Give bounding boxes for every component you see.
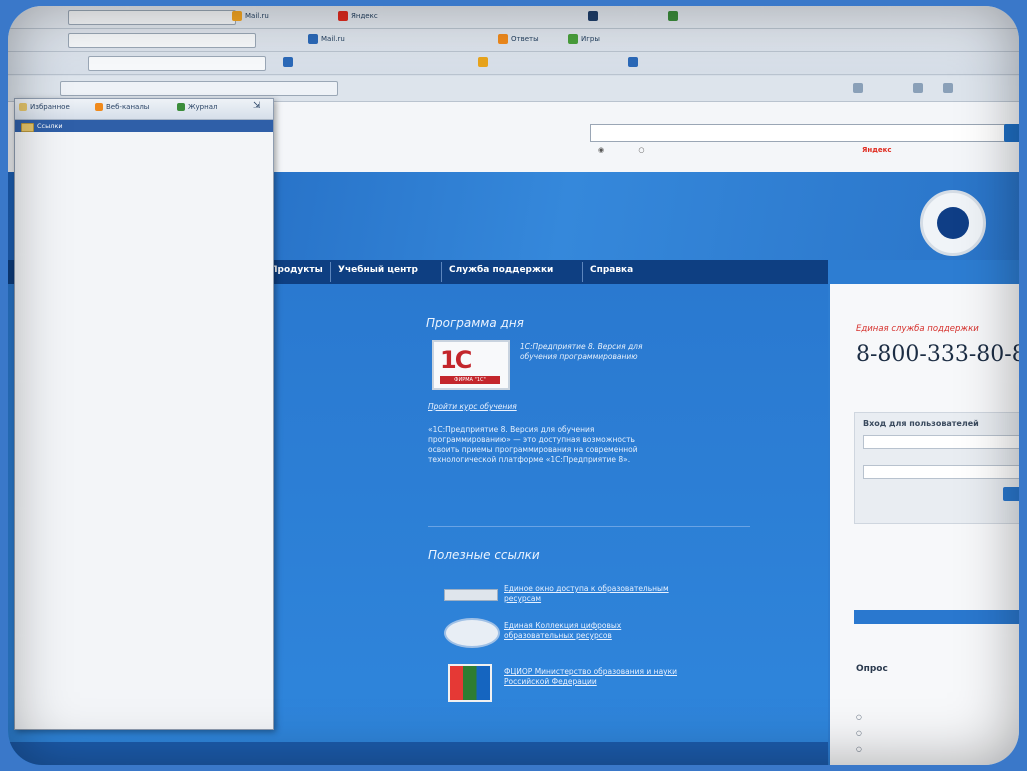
login-input[interactable] xyxy=(863,435,1019,449)
tab-favorites[interactable]: Избранное xyxy=(19,103,70,111)
bookmark-misc[interactable] xyxy=(668,9,681,24)
bookmark-mailru[interactable]: Mail.ru xyxy=(232,9,269,24)
nav-divider xyxy=(582,262,583,282)
tab-feeds[interactable]: Веб-каналы xyxy=(95,103,149,111)
nav-training-center[interactable]: Учебный центр xyxy=(338,265,418,275)
address-field-small[interactable] xyxy=(68,10,236,25)
yandex-powered: Яндекс xyxy=(862,146,892,154)
browser-tab-active[interactable] xyxy=(60,81,338,96)
toolbar-mailru[interactable]: Mail.ru xyxy=(308,32,345,47)
page-menu[interactable] xyxy=(943,81,956,96)
program-paragraph-line: освоить приемы программирования на совре… xyxy=(428,445,638,454)
toolbar-answers[interactable]: Ответы xyxy=(498,32,539,47)
useful-link-window[interactable]: Единое окно доступа к образовательным xyxy=(504,584,669,593)
games-icon xyxy=(568,34,578,44)
login-box: Вход для пользователей xyxy=(854,412,1019,524)
support-phone: 8-800-333-80-8 xyxy=(856,342,1019,367)
favorites-list: Ссылки xyxy=(15,120,273,133)
section-divider xyxy=(428,526,750,527)
favorites-folder-label: Ссылки xyxy=(37,122,63,130)
history-icon xyxy=(177,103,185,111)
poll-option-yes[interactable]: ○ xyxy=(856,712,862,722)
service-title: Единая служба поддержки xyxy=(856,324,979,334)
password-input[interactable] xyxy=(863,465,1019,479)
rambler-mail[interactable] xyxy=(478,55,491,70)
browser-chrome: Mail.ru Яндекс Mail.ru Ответы Игры xyxy=(8,6,1019,102)
login-title: Вход для пользователей xyxy=(863,419,979,428)
useful-link-collection[interactable]: Единая Коллекция цифровых xyxy=(504,621,621,630)
program-of-day-title: Программа дня xyxy=(426,316,524,330)
site-search-input[interactable] xyxy=(590,124,1006,142)
site-logo[interactable] xyxy=(920,190,986,256)
poll-option-no[interactable]: ○ xyxy=(856,728,862,738)
rambler-find-button[interactable] xyxy=(283,55,296,70)
bookmark-yandex[interactable]: Яндекс xyxy=(338,9,378,24)
bookmark-bar: Mail.ru Яндекс xyxy=(8,6,1019,29)
right-sidebar: Единая служба поддержки 8-800-333-80-8 В… xyxy=(830,284,1019,765)
bookmark-settings[interactable] xyxy=(588,9,601,24)
nav-products[interactable]: Продукты xyxy=(270,265,323,275)
rss-icon xyxy=(95,103,103,111)
collection-icon xyxy=(444,618,500,648)
nav-help[interactable]: Справка xyxy=(590,265,633,275)
answers-icon xyxy=(498,34,508,44)
nav-divider xyxy=(330,262,331,282)
folder-icon xyxy=(21,123,34,132)
logo-emblem xyxy=(937,207,969,239)
nav-divider xyxy=(441,262,442,282)
home-icon[interactable] xyxy=(853,81,866,96)
radio-site[interactable]: ○ xyxy=(638,146,660,154)
page-icon xyxy=(943,83,953,93)
pin-panel-icon[interactable]: ⇲ xyxy=(253,101,261,111)
program-desc-line: обучения программированию xyxy=(520,352,638,361)
favorites-panel: Избранное Веб-каналы Журнал ⇲ Ссылки xyxy=(14,98,274,730)
rambler-toolbar xyxy=(8,52,1019,75)
star-folder-icon xyxy=(19,103,27,111)
toolbar-search-field[interactable] xyxy=(68,33,256,48)
mail-icon xyxy=(232,11,242,21)
page-icon xyxy=(668,11,678,21)
mail-icon xyxy=(478,57,488,67)
program-paragraph-line: технологической платформе «1С:Предприяти… xyxy=(428,455,631,464)
radio-internet[interactable]: ◉ xyxy=(598,146,622,154)
mail-icon xyxy=(308,34,318,44)
rambler-search-field[interactable] xyxy=(88,56,266,71)
onec-logo[interactable]: 1С ФИРМА "1С" xyxy=(432,340,510,390)
window-access-icon xyxy=(444,589,498,601)
rambler-news[interactable] xyxy=(628,55,641,70)
poll-title: Опрос xyxy=(856,664,888,674)
program-paragraph-line: «1С:Предприятие 8. Версия для обучения xyxy=(428,425,595,434)
favorites-tabs: Избранное Веб-каналы Журнал ⇲ xyxy=(15,99,273,120)
page-footer xyxy=(8,742,828,765)
print-icon[interactable] xyxy=(913,81,926,96)
yandex-icon xyxy=(338,11,348,21)
take-course-link[interactable]: Пройти курс обучения xyxy=(428,402,517,411)
useful-link-fcior[interactable]: ФЦИОР Министерство образования и науки xyxy=(504,667,677,676)
onec-logo-sub: ФИРМА "1С" xyxy=(440,376,500,384)
screen-frame: Mail.ru Яндекс Mail.ru Ответы Игры ◉ ○ Я… xyxy=(8,6,1019,765)
onec-logo-text: 1С xyxy=(440,346,472,374)
favorites-folder[interactable]: Ссылки xyxy=(15,120,273,133)
program-desc-line: 1С:Предприятие 8. Версия для xyxy=(520,342,643,351)
fcior-book-icon xyxy=(448,664,492,702)
search-button[interactable] xyxy=(1004,124,1019,142)
news-icon xyxy=(628,57,638,67)
tab-history[interactable]: Журнал xyxy=(177,103,217,111)
search-scope: ◉ ○ xyxy=(598,146,676,154)
useful-links-title: Полезные ссылки xyxy=(428,548,540,562)
nav-support[interactable]: Служба поддержки xyxy=(449,265,553,275)
toolbar-games[interactable]: Игры xyxy=(568,32,600,47)
gear-icon xyxy=(588,11,598,21)
login-button[interactable] xyxy=(1003,487,1019,501)
search-icon xyxy=(283,57,293,67)
search-toolbar: Mail.ru Ответы Игры xyxy=(8,29,1019,52)
program-paragraph-line: программированию» — это доступная возмож… xyxy=(428,435,635,444)
useful-link-window[interactable]: ресурсам xyxy=(504,594,541,603)
useful-link-fcior[interactable]: Российской Федерации xyxy=(504,677,597,686)
leave-request-button[interactable] xyxy=(854,610,1019,624)
useful-link-collection[interactable]: образовательных ресурсов xyxy=(504,631,612,640)
poll-option-no-alt[interactable]: ○ xyxy=(856,744,862,754)
